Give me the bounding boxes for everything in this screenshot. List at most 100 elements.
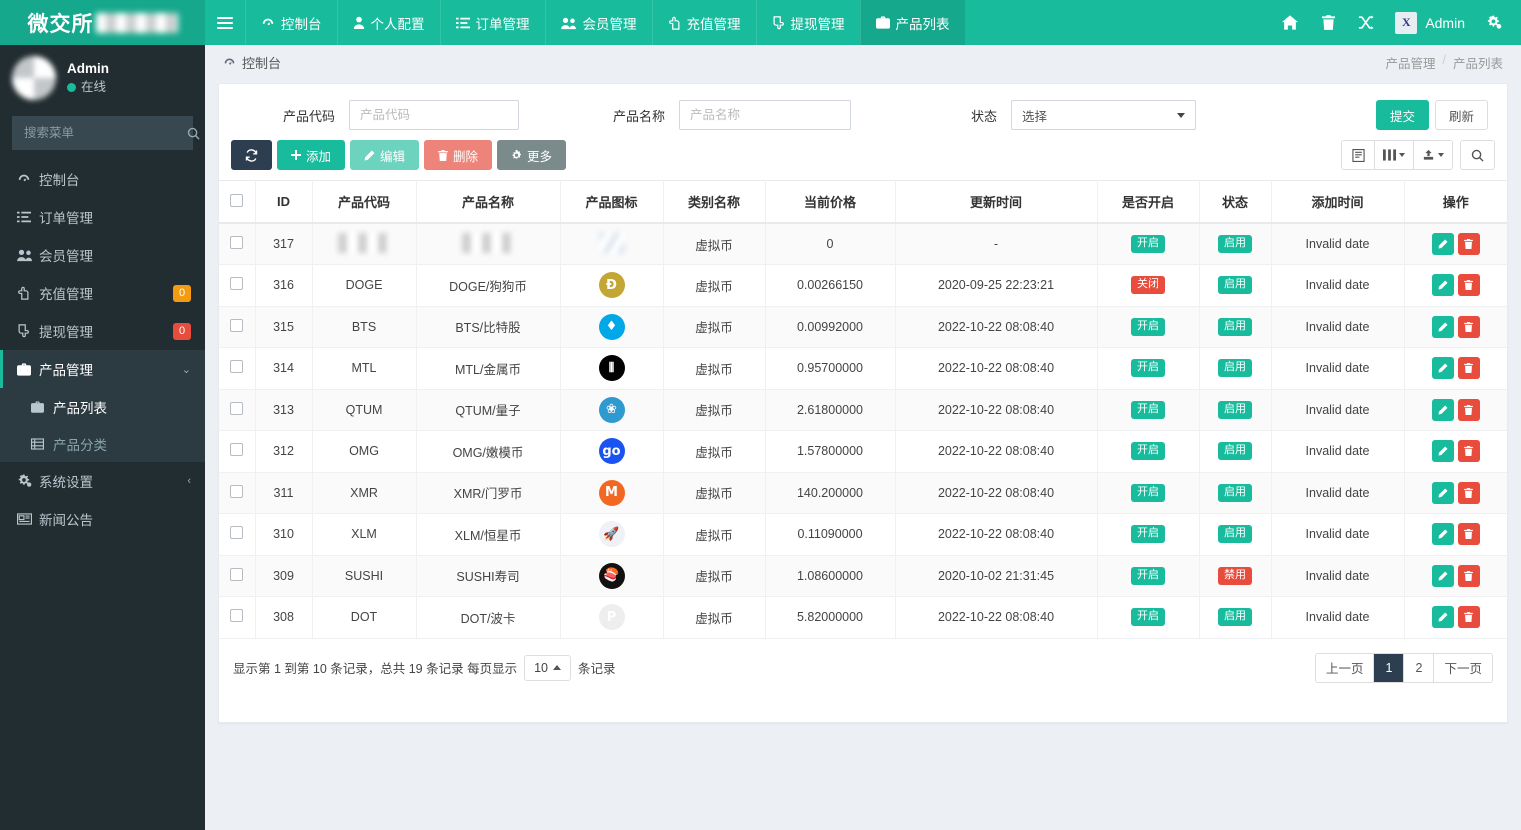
table-row[interactable]: 317 虚拟币 0- 开启 启用 Invalid date: [219, 223, 1507, 265]
sidebar-item-dashboard[interactable]: 控制台: [0, 160, 205, 198]
column-product-icon[interactable]: 产品图标: [560, 180, 664, 224]
pagination-next[interactable]: 下一页: [1434, 653, 1492, 682]
row-checkbox[interactable]: [230, 401, 244, 415]
row-checkbox-cell[interactable]: [219, 389, 256, 431]
table-row[interactable]: 309 SUSHI SUSHI寿司 🍣 虚拟币 1.08600000 2020-10-02 …: [219, 555, 1507, 597]
nav-item-product-list[interactable]: 产品列表: [859, 0, 965, 45]
row-delete-button[interactable]: [1457, 523, 1480, 546]
table-row[interactable]: 312 OMG OMG/嫩模币 go 虚拟币 1.57800000 2022-10-22 0…: [219, 430, 1507, 473]
row-edit-button[interactable]: [1431, 315, 1454, 338]
column-id[interactable]: ID: [255, 180, 313, 224]
row-edit-button[interactable]: [1431, 233, 1454, 255]
nav-item-profile-config[interactable]: 个人配置: [336, 0, 440, 45]
row-checkbox-cell[interactable]: [219, 430, 256, 473]
brand-logo[interactable]: 微交所: [0, 0, 205, 45]
row-checkbox[interactable]: [230, 484, 244, 498]
row-checkbox[interactable]: [230, 526, 244, 540]
column-product-code[interactable]: 产品代码: [312, 180, 417, 224]
sidebar-item-news-announcement[interactable]: 新闻公告: [0, 500, 205, 538]
columns-icon[interactable]: [1375, 141, 1414, 169]
row-checkbox[interactable]: [230, 360, 244, 374]
row-edit-button[interactable]: [1431, 440, 1454, 463]
sidebar-item-system-settings[interactable]: 系统设置 ‹: [0, 462, 205, 500]
row-checkbox[interactable]: [230, 609, 244, 623]
navbar-user[interactable]: X Admin: [1385, 0, 1475, 45]
table-row[interactable]: 316 DOGE DOGE/狗狗币 Ð 虚拟币 0.00266150 2020-09-25 …: [219, 264, 1507, 307]
row-delete-button[interactable]: [1457, 564, 1480, 587]
row-edit-button[interactable]: [1431, 606, 1454, 629]
nav-item-member-management[interactable]: 会员管理: [544, 0, 652, 45]
row-delete-button[interactable]: [1457, 606, 1480, 629]
table-row[interactable]: 314 MTL MTL/金属币 ⦀ 虚拟币 0.95700000 2022-10-22 08…: [219, 347, 1507, 390]
table-row[interactable]: 310 XLM XLM/恒星币 🚀 虚拟币 0.11090000 2022-10-22 08…: [219, 513, 1507, 556]
row-delete-button[interactable]: [1457, 357, 1480, 380]
row-delete-button[interactable]: [1457, 233, 1480, 255]
table-row[interactable]: 311 XMR XMR/门罗币 M 虚拟币 140.200000 2022-10-22 08…: [219, 472, 1507, 514]
trash-icon[interactable]: [1309, 0, 1347, 45]
row-checkbox-cell[interactable]: [219, 347, 256, 390]
submit-button[interactable]: 提交: [1375, 100, 1429, 130]
row-checkbox[interactable]: [230, 236, 244, 249]
column-status[interactable]: 状态: [1199, 180, 1272, 224]
add-button[interactable]: 添加: [277, 140, 346, 170]
delete-button[interactable]: 删除: [424, 140, 493, 170]
shuffle-icon[interactable]: [1347, 0, 1385, 45]
row-checkbox-cell[interactable]: [219, 223, 256, 265]
product-code-input[interactable]: [349, 100, 519, 130]
column-update-time[interactable]: 更新时间: [895, 180, 1098, 224]
sidebar-item-product-management[interactable]: 产品管理 ⌄: [0, 350, 205, 388]
nav-item-recharge-management[interactable]: 充值管理: [651, 0, 756, 45]
sidebar-item-member-management[interactable]: 会员管理: [0, 236, 205, 274]
row-checkbox[interactable]: [230, 567, 244, 581]
row-edit-button[interactable]: [1431, 481, 1454, 504]
row-checkbox[interactable]: [230, 318, 244, 332]
column-add-time[interactable]: 添加时间: [1271, 180, 1405, 224]
row-checkbox[interactable]: [230, 443, 244, 457]
gears-icon[interactable]: [1475, 0, 1513, 45]
row-edit-button[interactable]: [1431, 357, 1454, 380]
table-row[interactable]: 308 DOT DOT/波卡 P 虚拟币 5.82000000 2022-10-22 08:…: [219, 596, 1507, 639]
select-all-checkbox[interactable]: [230, 193, 244, 207]
home-icon[interactable]: [1271, 0, 1309, 45]
row-delete-button[interactable]: [1457, 315, 1480, 338]
row-delete-button[interactable]: [1457, 398, 1480, 421]
page-size-select[interactable]: 10: [524, 654, 571, 681]
more-button[interactable]: 更多: [497, 140, 567, 170]
sidebar-toggle-button[interactable]: [205, 0, 245, 45]
row-edit-button[interactable]: [1431, 274, 1454, 297]
row-checkbox-cell[interactable]: [219, 555, 256, 597]
product-name-input[interactable]: [679, 100, 851, 130]
nav-item-dashboard[interactable]: 控制台: [245, 0, 337, 45]
column-product-name[interactable]: 产品名称: [416, 180, 561, 224]
row-edit-button[interactable]: [1431, 564, 1454, 587]
edit-button[interactable]: 编辑: [350, 140, 420, 170]
row-checkbox-cell[interactable]: [219, 472, 256, 514]
column-is-enabled[interactable]: 是否开启: [1097, 180, 1200, 224]
pagination-page-2[interactable]: 2: [1404, 653, 1435, 682]
sidebar-item-order-management[interactable]: 订单管理: [0, 198, 205, 236]
detail-view-icon[interactable]: [1342, 141, 1375, 169]
row-delete-button[interactable]: [1457, 274, 1480, 297]
sidebar-item-withdraw-management[interactable]: 提现管理 0: [0, 312, 205, 350]
row-checkbox-cell[interactable]: [219, 306, 256, 348]
table-row[interactable]: 315 BTS BTS/比特股 ♦ 虚拟币 0.00992000 2022-10-22 08…: [219, 306, 1507, 348]
column-current-price[interactable]: 当前价格: [765, 180, 896, 224]
row-checkbox-cell[interactable]: [219, 264, 256, 307]
sidebar-item-recharge-management[interactable]: 充值管理 0: [0, 274, 205, 312]
row-delete-button[interactable]: [1457, 481, 1480, 504]
reset-button[interactable]: 刷新: [1434, 100, 1488, 130]
nav-item-withdraw-management[interactable]: 提现管理: [755, 0, 860, 45]
row-edit-button[interactable]: [1431, 398, 1454, 421]
pagination-page-1[interactable]: 1: [1374, 653, 1405, 682]
sidebar-item-product-category[interactable]: 产品分类: [0, 425, 205, 462]
status-select[interactable]: 选择: [1011, 100, 1196, 130]
nav-item-order-management[interactable]: 订单管理: [439, 0, 545, 45]
sidebar-search[interactable]: [12, 116, 200, 150]
sidebar-item-product-list[interactable]: 产品列表: [0, 388, 205, 425]
search-icon[interactable]: [1461, 141, 1494, 169]
refresh-button[interactable]: [231, 140, 272, 170]
column-category-name[interactable]: 类别名称: [663, 180, 766, 224]
row-checkbox-cell[interactable]: [219, 596, 256, 639]
export-icon[interactable]: [1414, 141, 1452, 169]
table-row[interactable]: 313 QTUM QTUM/量子 ❀ 虚拟币 2.61800000 2022-10-22 0…: [219, 389, 1507, 431]
